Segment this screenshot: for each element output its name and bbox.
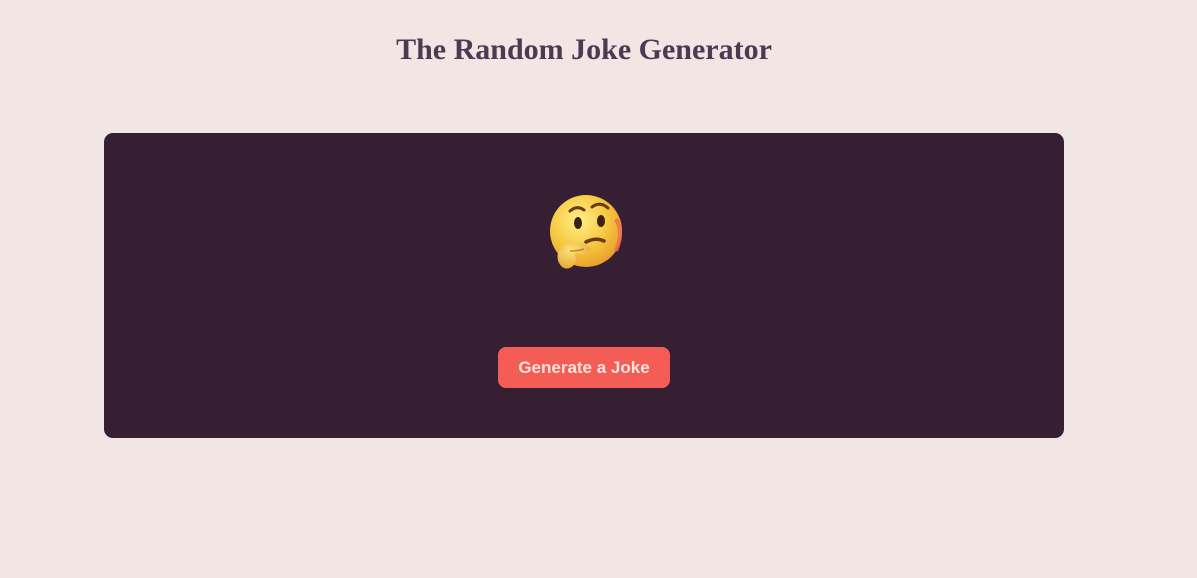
thinking-face-icon <box>544 193 626 275</box>
page-title: The Random Joke Generator <box>396 33 772 66</box>
joke-card: Generate a Joke <box>104 133 1064 438</box>
generate-joke-button[interactable]: Generate a Joke <box>498 347 670 388</box>
